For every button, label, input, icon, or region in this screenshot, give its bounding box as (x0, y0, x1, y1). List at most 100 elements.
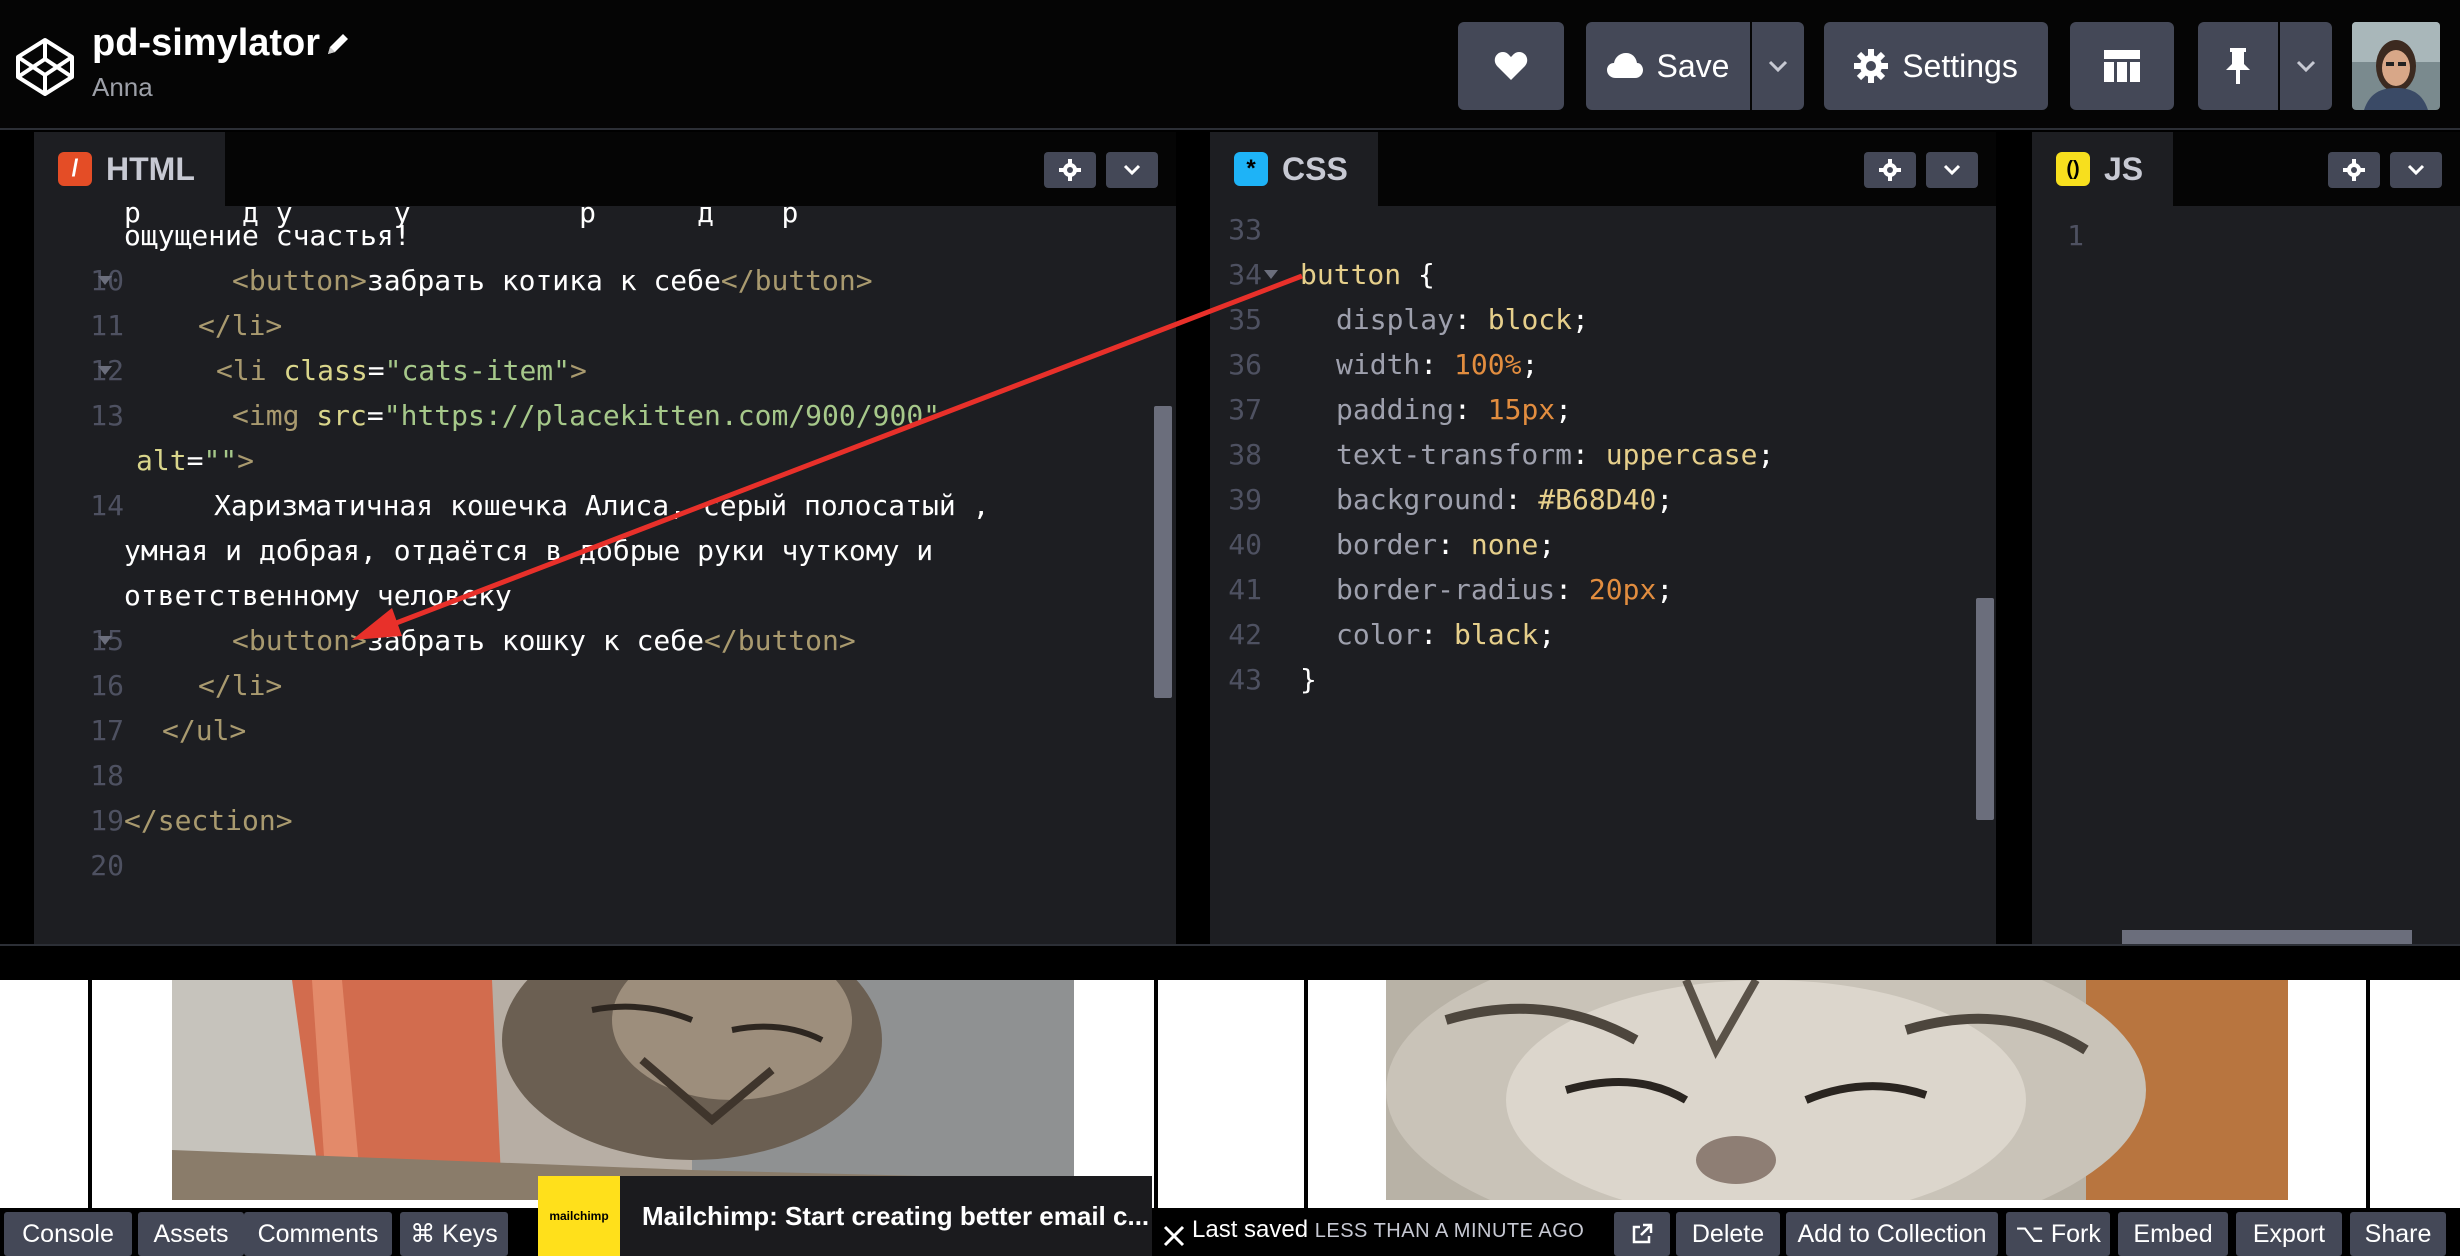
line-number: 18 (90, 759, 124, 792)
html-editor-panel[interactable]: / HTML р д у у р д р ощущение счастья! 1… (34, 132, 1176, 944)
last-saved-status: Last saved LESS THAN A MINUTE AGO (1192, 1216, 1584, 1244)
export-button[interactable]: Export (2236, 1212, 2342, 1256)
html-collapse-button[interactable] (1106, 152, 1158, 188)
code-line: умная и добрая, отдаётся в добрые руки ч… (124, 534, 934, 567)
tab-css[interactable]: * CSS (1210, 132, 1378, 206)
resize-divider[interactable] (0, 944, 2460, 980)
line-number: 34 (1228, 258, 1262, 291)
gear-icon (1059, 159, 1081, 181)
mailchimp-ad[interactable]: mailchimp Mailchimp: Start creating bett… (538, 1176, 1152, 1256)
line-number: 19 (90, 804, 124, 837)
html-settings-button[interactable] (1044, 152, 1096, 188)
external-link-icon (1632, 1223, 1653, 1244)
pen-title[interactable]: pd-simylator (92, 22, 320, 65)
pin-icon (2226, 48, 2250, 84)
code-line: border: none; (1336, 528, 1556, 561)
line-number: 14 (90, 489, 124, 522)
css-asterisk-icon: * (1234, 152, 1268, 186)
code-line: button { (1300, 258, 1435, 291)
code-line: padding: 15px; (1336, 393, 1573, 426)
line-number: 33 (1228, 213, 1262, 246)
comments-button[interactable]: Comments (244, 1212, 392, 1256)
editor-area: / HTML р д у у р д р ощущение счастья! 1… (0, 132, 2460, 944)
heart-icon (1494, 52, 1528, 80)
line-number: 42 (1228, 618, 1262, 651)
code-line: </li> (198, 309, 283, 342)
code-line: <li class="cats-item"> (216, 354, 587, 387)
codepen-editor: pd-simylator Anna Save Settings / HTML р… (0, 0, 2460, 1256)
card-border (1304, 980, 1308, 1208)
css-scrollbar[interactable] (1976, 598, 1994, 820)
code-line: </section> (124, 804, 293, 837)
save-dropdown-button[interactable] (1752, 22, 1804, 110)
line-number: 38 (1228, 438, 1262, 471)
author-name[interactable]: Anna (92, 72, 153, 103)
close-icon[interactable] (1160, 1222, 1188, 1250)
pin-dropdown-button[interactable] (2280, 22, 2332, 110)
settings-button[interactable]: Settings (1824, 22, 2048, 110)
saved-time: LESS THAN A MINUTE AGO (1314, 1220, 1585, 1242)
css-panel-header: * CSS (1210, 132, 1996, 206)
tab-css-label: CSS (1282, 150, 1348, 187)
code-line: Харизматичная кошечка Алиса, серый полос… (214, 489, 990, 522)
pencil-icon[interactable] (322, 28, 354, 60)
js-settings-button[interactable] (2328, 152, 2380, 188)
js-collapse-button[interactable] (2390, 152, 2442, 188)
saved-prefix: Last saved (1192, 1216, 1309, 1243)
line-number: 13 (90, 399, 124, 432)
fork-button[interactable]: ⌥ Fork (2006, 1212, 2110, 1256)
fold-arrow-icon[interactable] (98, 366, 112, 375)
like-button[interactable] (1458, 22, 1564, 110)
pin-button[interactable] (2198, 22, 2278, 110)
fold-arrow-icon[interactable] (98, 636, 112, 645)
code-line: ответственному человеку (124, 579, 512, 612)
code-line: <img src="https://placekitten.com/900/90… (232, 399, 941, 432)
line-number: 17 (90, 714, 124, 747)
embed-button[interactable]: Embed (2118, 1212, 2228, 1256)
js-horizontal-scrollbar[interactable] (2122, 930, 2412, 944)
line-number: 39 (1228, 483, 1262, 516)
js-editor-panel[interactable]: () JS 1 (2032, 132, 2460, 944)
mailchimp-logo: mailchimp (538, 1176, 620, 1256)
code-line: display: block; (1336, 303, 1589, 336)
line-number: 11 (90, 309, 124, 342)
assets-button[interactable]: Assets (138, 1212, 244, 1256)
fold-arrow-icon[interactable] (98, 276, 112, 285)
chevron-down-icon (1768, 60, 1788, 72)
css-collapse-button[interactable] (1926, 152, 1978, 188)
line-number: 16 (90, 669, 124, 702)
code-line: width: 100%; (1336, 348, 1539, 381)
layout-icon (2104, 50, 2140, 82)
css-editor-panel[interactable]: * CSS 33 34 button { 35 display: block; … (1210, 132, 1996, 944)
js-braces-icon: () (2056, 152, 2090, 186)
ad-text[interactable]: Mailchimp: Start creating better email c… (642, 1201, 1149, 1232)
user-avatar[interactable] (2352, 22, 2440, 110)
top-header: pd-simylator Anna Save Settings (0, 0, 2460, 130)
code-line: alt=""> (136, 444, 255, 477)
gear-icon (1879, 159, 1901, 181)
keys-button[interactable]: ⌘ Keys (400, 1212, 508, 1256)
code-line: color: black; (1336, 618, 1556, 651)
share-button[interactable]: Share (2350, 1212, 2446, 1256)
line-number: 43 (1228, 663, 1262, 696)
avatar-photo (2352, 22, 2440, 110)
css-settings-button[interactable] (1864, 152, 1916, 188)
result-preview[interactable] (0, 980, 2460, 1208)
code-line: <button>забрать котика к себе</button> (232, 264, 873, 297)
chevron-down-icon (2407, 164, 2425, 176)
tab-js[interactable]: () JS (2032, 132, 2174, 206)
layout-button[interactable] (2070, 22, 2174, 110)
console-button[interactable]: Console (4, 1212, 132, 1256)
line-number: 20 (90, 849, 124, 882)
add-to-collection-button[interactable]: Add to Collection (1786, 1212, 1998, 1256)
kitten-image-left (172, 980, 1074, 1200)
fold-arrow-icon[interactable] (1264, 270, 1278, 279)
html-scrollbar[interactable] (1154, 406, 1172, 698)
open-external-button[interactable] (1614, 1212, 1670, 1256)
code-line: border-radius: 20px; (1336, 573, 1674, 606)
codepen-logo-icon[interactable] (14, 36, 76, 98)
html-slash-icon: / (58, 152, 92, 186)
delete-button[interactable]: Delete (1676, 1212, 1780, 1256)
save-button[interactable]: Save (1586, 22, 1750, 110)
code-line: <button>забрать кошку к себе</button> (232, 624, 856, 657)
